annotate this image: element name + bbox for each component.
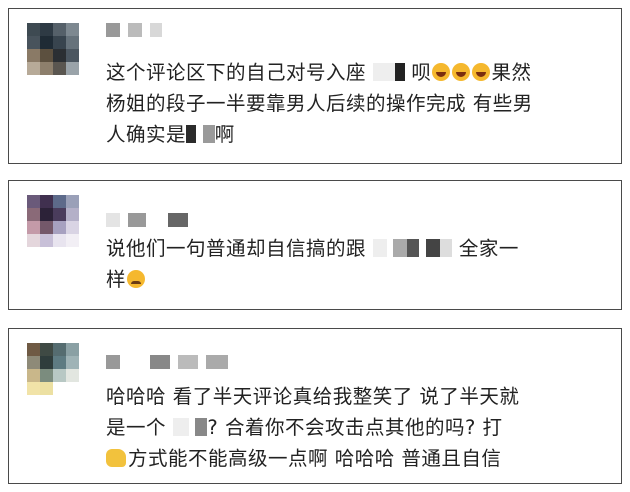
- comment-card: 这个评论区下的自己对号入座 呗 果然 杨姐的段子一半要靠男人后续的操作完成 有些男…: [8, 8, 622, 164]
- censored-block: [186, 125, 197, 143]
- censored-block: [426, 239, 441, 257]
- pleading-face-emoji-icon: [127, 270, 146, 288]
- comment-text: 哈哈哈 看了半天评论真给我整笑了 说了半天就 是一个 ? 合着你不会攻击点其他的…: [106, 381, 607, 474]
- username[interactable]: [106, 209, 188, 231]
- comment-text-segment: 全家一: [458, 237, 519, 260]
- comment-text-segment: 方式能不能高级一点啊 哈哈哈 普通且自信: [128, 447, 502, 470]
- avatar[interactable]: [27, 23, 79, 75]
- censored-block: [372, 63, 395, 81]
- comment-text-segment: 说他们一句普通却自信搞的跟: [106, 237, 367, 260]
- comment-text-segment: 人确实是: [106, 123, 187, 146]
- username[interactable]: [106, 351, 228, 373]
- laughing-tears-emoji-icon: [452, 63, 471, 81]
- avatar[interactable]: [27, 343, 79, 395]
- censored-block: [202, 125, 215, 143]
- comment-text-segment: 果然: [491, 61, 532, 84]
- avatar[interactable]: [27, 195, 79, 247]
- comment-text-segment: 是一个: [106, 416, 167, 439]
- censored-block: [407, 239, 420, 257]
- comment-card: 说他们一句普通却自信搞的跟 全家一 样: [8, 180, 622, 310]
- censored-block: [195, 418, 208, 436]
- comment-text-segment: 杨姐的段子一半要靠男人后续的操作完成 有些男: [106, 92, 533, 115]
- comment-text-segment: 这个评论区下的自己对号入座: [106, 61, 367, 84]
- laughing-tears-emoji-icon: [472, 63, 491, 81]
- username[interactable]: [106, 19, 162, 41]
- comment-text: 这个评论区下的自己对号入座 呗 果然 杨姐的段子一半要靠男人后续的操作完成 有些男…: [106, 57, 607, 150]
- censored-block: [372, 239, 387, 257]
- censored-block: [440, 239, 453, 257]
- laughing-tears-emoji-icon: [432, 63, 451, 81]
- censored-block: [172, 418, 189, 436]
- comment-text: 说他们一句普通却自信搞的跟 全家一 样: [106, 233, 607, 295]
- censored-block: [393, 239, 408, 257]
- comment-text-segment: 哈哈哈 看了半天评论真给我整笑了 说了半天就: [106, 385, 520, 408]
- fist-emoji-icon: [106, 449, 126, 467]
- comment-text-segment: 呗: [411, 61, 432, 84]
- comment-text-segment: 样: [106, 268, 127, 291]
- comment-text-segment: ? 合着你不会攻击点其他的吗? 打: [207, 416, 503, 439]
- comment-text-segment: 啊: [214, 123, 235, 146]
- censored-block: [394, 63, 405, 81]
- comment-card: 哈哈哈 看了半天评论真给我整笑了 说了半天就 是一个 ? 合着你不会攻击点其他的…: [8, 328, 622, 484]
